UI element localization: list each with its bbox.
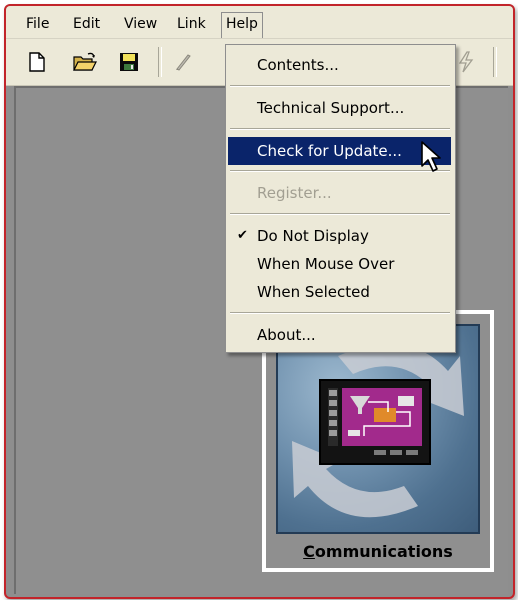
- menu-item-label: Technical Support...: [257, 99, 405, 117]
- menu-item-label: Do Not Display: [257, 227, 369, 245]
- menu-bar: File Edit View Link Help: [6, 6, 513, 39]
- menu-item-label: Contents...: [257, 56, 339, 74]
- menu-separator: [230, 312, 450, 314]
- new-file-icon: [29, 52, 45, 72]
- communications-image: [276, 324, 480, 534]
- menu-item-label: Check for Update...: [257, 142, 402, 160]
- pen-icon: [176, 54, 191, 71]
- lightning-icon: [458, 51, 474, 73]
- menu-item-when-selected[interactable]: When Selected: [228, 278, 451, 306]
- open-button[interactable]: [72, 49, 98, 75]
- menu-item-check-for-update[interactable]: Check for Update...: [228, 137, 451, 165]
- menu-item-contents[interactable]: Contents...: [228, 51, 451, 79]
- menu-item-register: Register...: [228, 179, 451, 207]
- menu-item-label: When Selected: [257, 283, 370, 301]
- menu-item-when-mouse-over[interactable]: When Mouse Over: [228, 250, 451, 278]
- menu-link[interactable]: Link: [173, 13, 210, 35]
- save-button[interactable]: [116, 49, 142, 75]
- communications-label: Communications: [303, 542, 453, 561]
- menu-item-technical-support[interactable]: Technical Support...: [228, 94, 451, 122]
- menu-help[interactable]: Help: [221, 12, 263, 38]
- menu-separator: [230, 170, 450, 172]
- menu-item-do-not-display[interactable]: ✔ Do Not Display: [228, 222, 451, 250]
- menu-item-label: Register...: [257, 184, 332, 202]
- menu-view[interactable]: View: [120, 13, 161, 35]
- mouse-cursor-icon: [421, 141, 441, 172]
- toolbar-separator: [493, 47, 497, 77]
- transfer-button: [453, 49, 479, 75]
- open-folder-icon: [73, 52, 97, 71]
- pen-button: [170, 49, 196, 75]
- checkmark-icon: ✔: [237, 228, 248, 243]
- menu-separator: [230, 85, 450, 87]
- toolbar-separator: [158, 47, 162, 77]
- help-dropdown-menu: Contents... Technical Support... Check f…: [225, 44, 456, 353]
- menu-separator: [230, 128, 450, 130]
- menu-file[interactable]: File: [22, 13, 53, 35]
- menu-item-label: About...: [257, 326, 316, 344]
- app-window: File Edit View Link Help Communications …: [4, 4, 515, 599]
- menu-edit[interactable]: Edit: [69, 13, 104, 35]
- menu-separator: [230, 213, 450, 215]
- menu-item-about[interactable]: About...: [228, 321, 451, 349]
- menu-item-label: When Mouse Over: [257, 255, 395, 273]
- new-button[interactable]: [24, 49, 50, 75]
- save-disk-icon: [120, 53, 138, 71]
